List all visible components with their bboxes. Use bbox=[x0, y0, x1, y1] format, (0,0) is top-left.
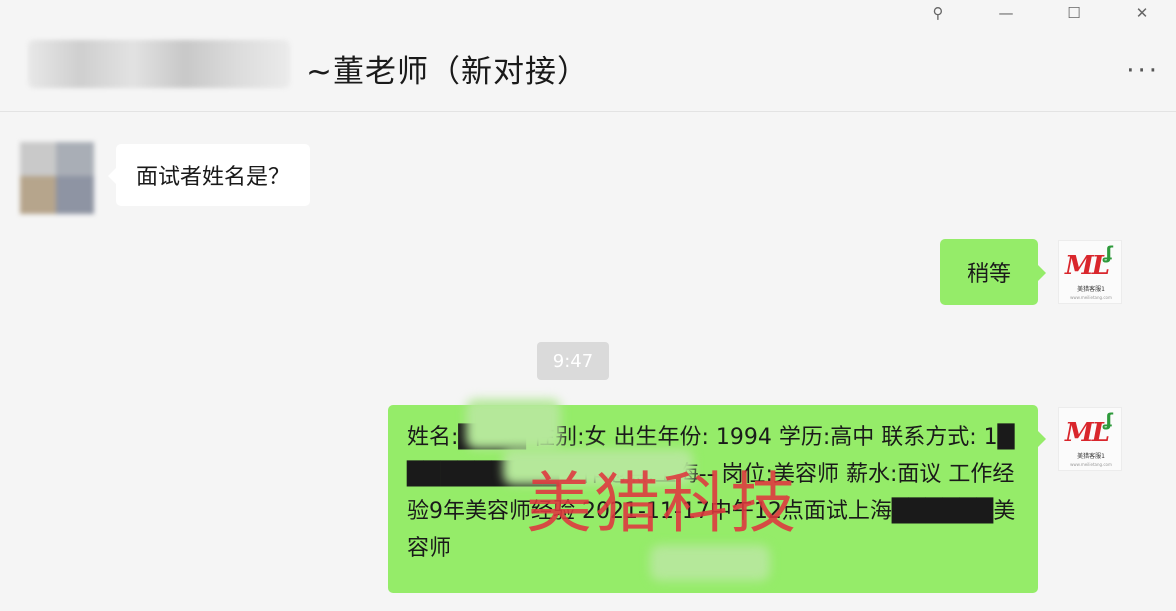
watermark: 美猎科技 bbox=[526, 465, 798, 542]
minimize-button[interactable]: — bbox=[972, 0, 1040, 26]
message-text: 稍等 bbox=[966, 262, 1011, 287]
more-icon[interactable]: ··· bbox=[1126, 56, 1160, 86]
logo-mark: ML bbox=[1065, 418, 1110, 448]
message-text: 面试者姓名是？ bbox=[136, 165, 291, 190]
maximize-icon: ☐ bbox=[1067, 4, 1081, 22]
minimize-icon: — bbox=[998, 4, 1014, 22]
chat-title: ~董老师（新对接） bbox=[306, 54, 589, 90]
contact-avatar[interactable] bbox=[14, 132, 100, 224]
chat-header: ~董老师（新对接） ··· bbox=[0, 26, 1176, 112]
close-icon: ✕ bbox=[1135, 4, 1149, 22]
window-controls: ⚲ — ☐ ✕ bbox=[904, 0, 1176, 26]
my-avatar[interactable]: ʆ ML 美猎客服1 www.meilietang.com bbox=[1058, 407, 1122, 471]
close-button[interactable]: ✕ bbox=[1108, 0, 1176, 26]
logo-caption: 美猎客服1 bbox=[1077, 286, 1105, 293]
message-timestamp: 9:47 bbox=[537, 342, 609, 380]
pin-icon: ⚲ bbox=[932, 4, 944, 22]
redaction-blur bbox=[466, 399, 561, 449]
my-avatar[interactable]: ʆ ML 美猎客服1 www.meilietang.com bbox=[1058, 240, 1122, 304]
pin-button[interactable]: ⚲ bbox=[904, 0, 972, 26]
message-bubble-incoming[interactable]: 面试者姓名是？ bbox=[107, 144, 311, 206]
logo-subcaption: www.meilietang.com bbox=[1070, 462, 1112, 467]
blurred-name bbox=[28, 40, 290, 88]
message-bubble-outgoing[interactable]: 稍等 bbox=[940, 239, 1046, 305]
logo-mark: ML bbox=[1065, 251, 1110, 281]
maximize-button[interactable]: ☐ bbox=[1040, 0, 1108, 26]
logo-subcaption: www.meilietang.com bbox=[1070, 295, 1112, 300]
logo-caption: 美猎客服1 bbox=[1077, 453, 1105, 460]
redaction-blur bbox=[650, 545, 770, 581]
